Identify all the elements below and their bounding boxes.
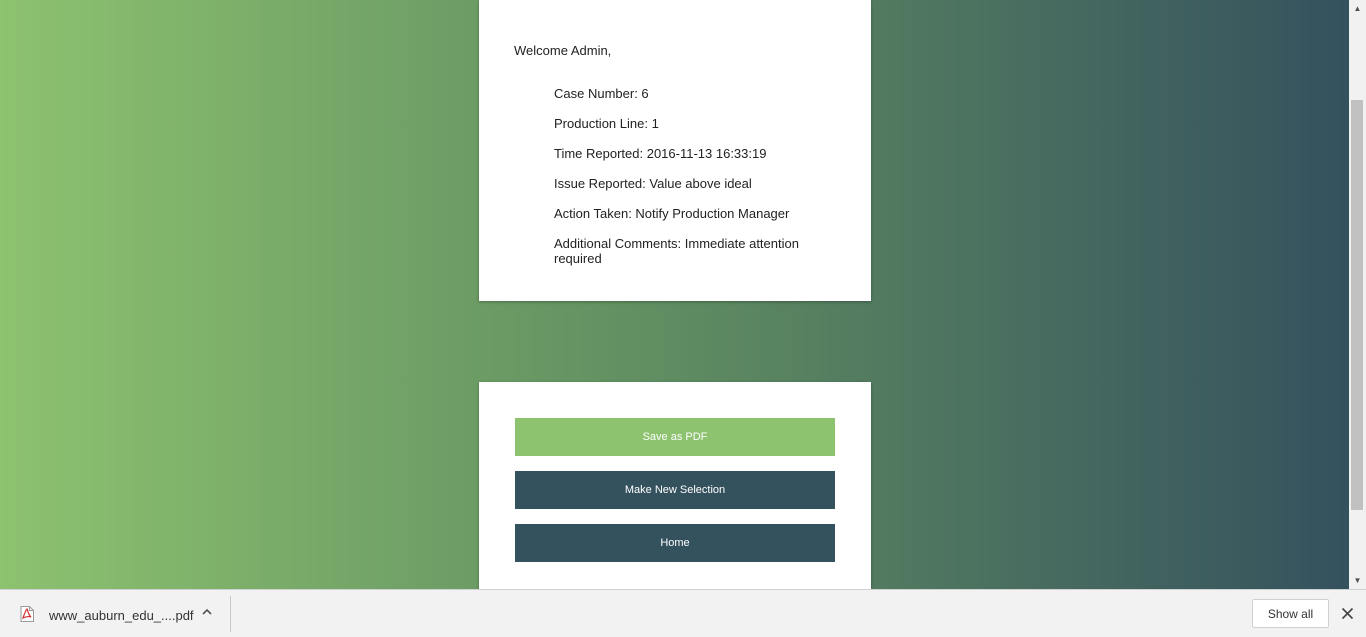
download-item[interactable]: www_auburn_edu_....pdf	[0, 590, 230, 637]
page-viewport: Welcome Admin, Case Number: 6 Production…	[0, 0, 1349, 589]
scrollbar-thumb[interactable]	[1351, 100, 1363, 510]
time-reported: Time Reported: 2016-11-13 16:33:19	[554, 146, 767, 161]
welcome-message: Welcome Admin,	[514, 43, 612, 58]
download-bar: www_auburn_edu_....pdf Show all	[0, 589, 1366, 637]
report-details: Case Number: 6 Production Line: 1 Time R…	[554, 86, 804, 281]
chevron-up-icon[interactable]	[200, 605, 214, 619]
make-new-selection-button[interactable]: Make New Selection	[515, 471, 835, 509]
download-separator	[230, 596, 231, 632]
action-taken: Action Taken: Notify Production Manager	[554, 206, 790, 221]
report-card: Welcome Admin, Case Number: 6 Production…	[479, 0, 871, 301]
issue-reported: Issue Reported: Value above ideal	[554, 176, 752, 191]
show-all-button[interactable]: Show all	[1252, 599, 1329, 628]
actions-card: Save as PDF Make New Selection Home	[479, 382, 871, 589]
scroll-up-arrow-icon[interactable]: ▲	[1349, 0, 1366, 17]
close-icon[interactable]	[1341, 607, 1354, 620]
save-as-pdf-button[interactable]: Save as PDF	[515, 418, 835, 456]
additional-comments: Additional Comments: Immediate attention…	[554, 236, 799, 266]
production-line: Production Line: 1	[554, 116, 659, 131]
pdf-file-icon	[20, 606, 34, 622]
case-number: Case Number: 6	[554, 86, 649, 101]
scroll-down-arrow-icon[interactable]: ▼	[1349, 572, 1366, 589]
home-button[interactable]: Home	[515, 524, 835, 562]
vertical-scrollbar[interactable]: ▲ ▼	[1349, 0, 1366, 589]
download-file-name: www_auburn_edu_....pdf	[49, 608, 194, 623]
